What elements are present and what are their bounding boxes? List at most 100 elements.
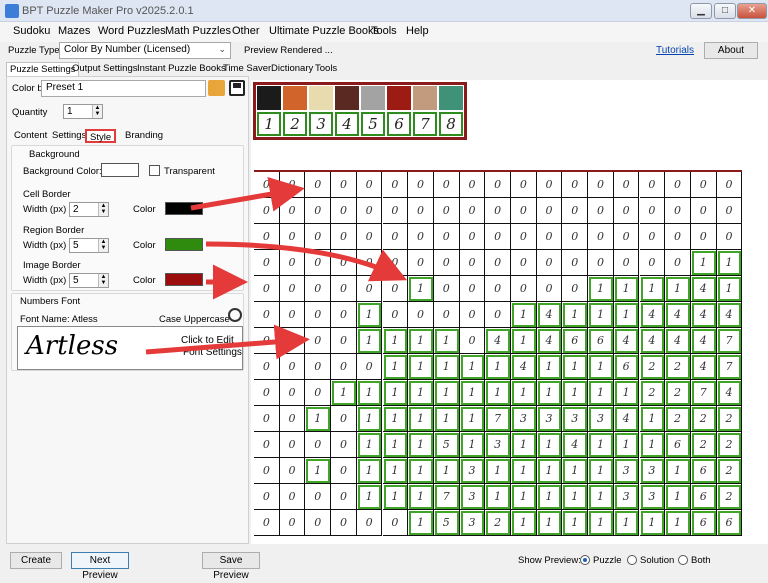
puzzle-cell: 0: [305, 276, 332, 302]
tab-style[interactable]: Style: [85, 129, 117, 143]
background-color-swatch[interactable]: [101, 163, 139, 177]
menu-mazes[interactable]: Mazes: [58, 25, 90, 37]
puzzle-cell: 0: [305, 432, 332, 458]
puzzle-cell: 0: [279, 276, 306, 302]
quantity-label: Quantity: [12, 107, 48, 118]
tab-time-saver[interactable]: Time Saver: [220, 62, 274, 76]
tutorials-link[interactable]: Tutorials: [656, 45, 694, 56]
puzzle-cell: 1: [511, 432, 537, 458]
image-border-width-stepper[interactable]: 5 ▲ ▼: [69, 273, 109, 288]
tab-content[interactable]: Content: [11, 129, 50, 143]
close-button[interactable]: ✕: [737, 3, 767, 19]
menu-ultimate-puzzle-books[interactable]: Ultimate Puzzle Books: [269, 25, 379, 37]
radio-solution[interactable]: [627, 555, 637, 565]
puzzle-cell: 5: [433, 432, 460, 458]
puzzle-cell: 1: [382, 328, 409, 354]
puzzle-cell: 0: [588, 198, 614, 224]
puzzle-cell: 1: [536, 458, 563, 484]
tab-branding[interactable]: Branding: [122, 129, 166, 143]
puzzle-cell: 0: [433, 250, 460, 276]
transparent-checkbox[interactable]: [149, 165, 160, 176]
puzzle-cell: 1: [382, 406, 409, 432]
puzzle-cell: 1: [382, 354, 409, 380]
puzzle-cell: 1: [459, 406, 486, 432]
puzzle-cell: 4: [485, 328, 511, 354]
tab-settings[interactable]: Settings: [49, 129, 89, 143]
save-icon[interactable]: [229, 80, 245, 96]
tab-instant-puzzle-books[interactable]: Instant Puzzle Books: [134, 62, 229, 76]
puzzle-cell: 0: [382, 302, 409, 328]
tab-output-settings[interactable]: Output Settings: [69, 62, 140, 76]
puzzle-cell: 1: [356, 380, 383, 406]
font-preview-box[interactable]: Artless Click to Edit Font Settings: [17, 326, 243, 370]
minimize-button[interactable]: ▁: [690, 3, 712, 19]
toolbar: Puzzle Type Color By Number (Licensed) ⌄…: [0, 42, 768, 62]
puzzle-cell: 1: [665, 484, 691, 510]
puzzle-cell: 0: [305, 328, 332, 354]
puzzle-cell: 0: [279, 198, 306, 224]
radio-puzzle[interactable]: [580, 555, 590, 565]
region-border-width-stepper[interactable]: 5 ▲ ▼: [69, 238, 109, 253]
legend-color-swatch: [413, 86, 437, 110]
cell-border-width-stepper[interactable]: 2 ▲ ▼: [69, 202, 109, 217]
maximize-button[interactable]: □: [714, 3, 736, 19]
puzzle-cell: 0: [511, 172, 537, 198]
puzzle-cell: 6: [665, 432, 691, 458]
puzzle-cell: 2: [716, 432, 743, 458]
puzzle-cell: 0: [433, 224, 460, 250]
stepper-arrows-icon[interactable]: ▲ ▼: [92, 105, 102, 118]
puzzle-cell: 2: [716, 406, 743, 432]
folder-icon[interactable]: [208, 80, 225, 96]
menu-word-puzzles[interactable]: Word Puzzles: [98, 25, 166, 37]
radio-both[interactable]: [678, 555, 688, 565]
menu-help[interactable]: Help: [406, 25, 429, 37]
puzzle-cell: 0: [331, 484, 357, 510]
puzzle-cell: 0: [305, 510, 332, 536]
puzzle-cell: 6: [690, 510, 717, 536]
next-preview-button[interactable]: Next Preview: [71, 552, 129, 581]
puzzle-cell: 0: [536, 172, 563, 198]
cell-border-width-value: 2: [73, 204, 79, 215]
puzzle-cell: 0: [356, 224, 383, 250]
puzzle-cell: 0: [639, 224, 666, 250]
cell-border-color-swatch[interactable]: [165, 202, 203, 215]
tab-tools[interactable]: Tools: [312, 62, 340, 76]
tab-dictionary[interactable]: Dictionary: [268, 62, 316, 76]
puzzle-cell: 0: [331, 198, 357, 224]
quantity-stepper[interactable]: 1 ▲ ▼: [63, 104, 103, 119]
create-button[interactable]: Create: [10, 552, 62, 569]
font-name-label: Font Name: Atless: [20, 314, 98, 325]
about-button[interactable]: About: [704, 42, 758, 59]
menu-math-puzzles[interactable]: Math Puzzles: [165, 25, 231, 37]
puzzle-cell: 0: [716, 224, 743, 250]
puzzle-cell: 2: [665, 406, 691, 432]
save-preview-button[interactable]: Save Preview: [202, 552, 260, 581]
puzzle-cell: 1: [408, 276, 434, 302]
color-by-select[interactable]: Preset 1: [41, 80, 206, 97]
stepper-arrows-icon[interactable]: ▲ ▼: [98, 274, 108, 287]
puzzle-cell: 3: [459, 458, 486, 484]
image-border-color-swatch[interactable]: [165, 273, 203, 286]
puzzle-cell: 1: [562, 302, 589, 328]
puzzle-cell: 0: [433, 172, 460, 198]
puzzle-cell: 2: [665, 354, 691, 380]
search-icon[interactable]: [228, 308, 242, 322]
menu-tools[interactable]: Tools: [371, 25, 397, 37]
puzzle-cell: 0: [331, 354, 357, 380]
puzzle-cell: 0: [331, 224, 357, 250]
puzzle-cell: 0: [433, 276, 460, 302]
puzzle-cell: 1: [562, 484, 589, 510]
puzzle-cell: 0: [254, 224, 280, 250]
region-border-color-swatch[interactable]: [165, 238, 203, 251]
stepper-arrows-icon[interactable]: ▲ ▼: [98, 203, 108, 216]
puzzle-cell: 3: [485, 432, 511, 458]
stepper-arrows-icon[interactable]: ▲ ▼: [98, 239, 108, 252]
puzzle-cell: 0: [613, 198, 640, 224]
puzzle-cell: 0: [331, 328, 357, 354]
menu-sudoku[interactable]: Sudoku: [13, 25, 50, 37]
puzzle-cell: 3: [588, 406, 614, 432]
main-tabs: Puzzle Settings Output Settings Instant …: [6, 62, 346, 76]
puzzle-type-select[interactable]: Color By Number (Licensed) ⌄: [59, 42, 231, 59]
menu-other[interactable]: Other: [232, 25, 260, 37]
puzzle-cell: 4: [665, 302, 691, 328]
